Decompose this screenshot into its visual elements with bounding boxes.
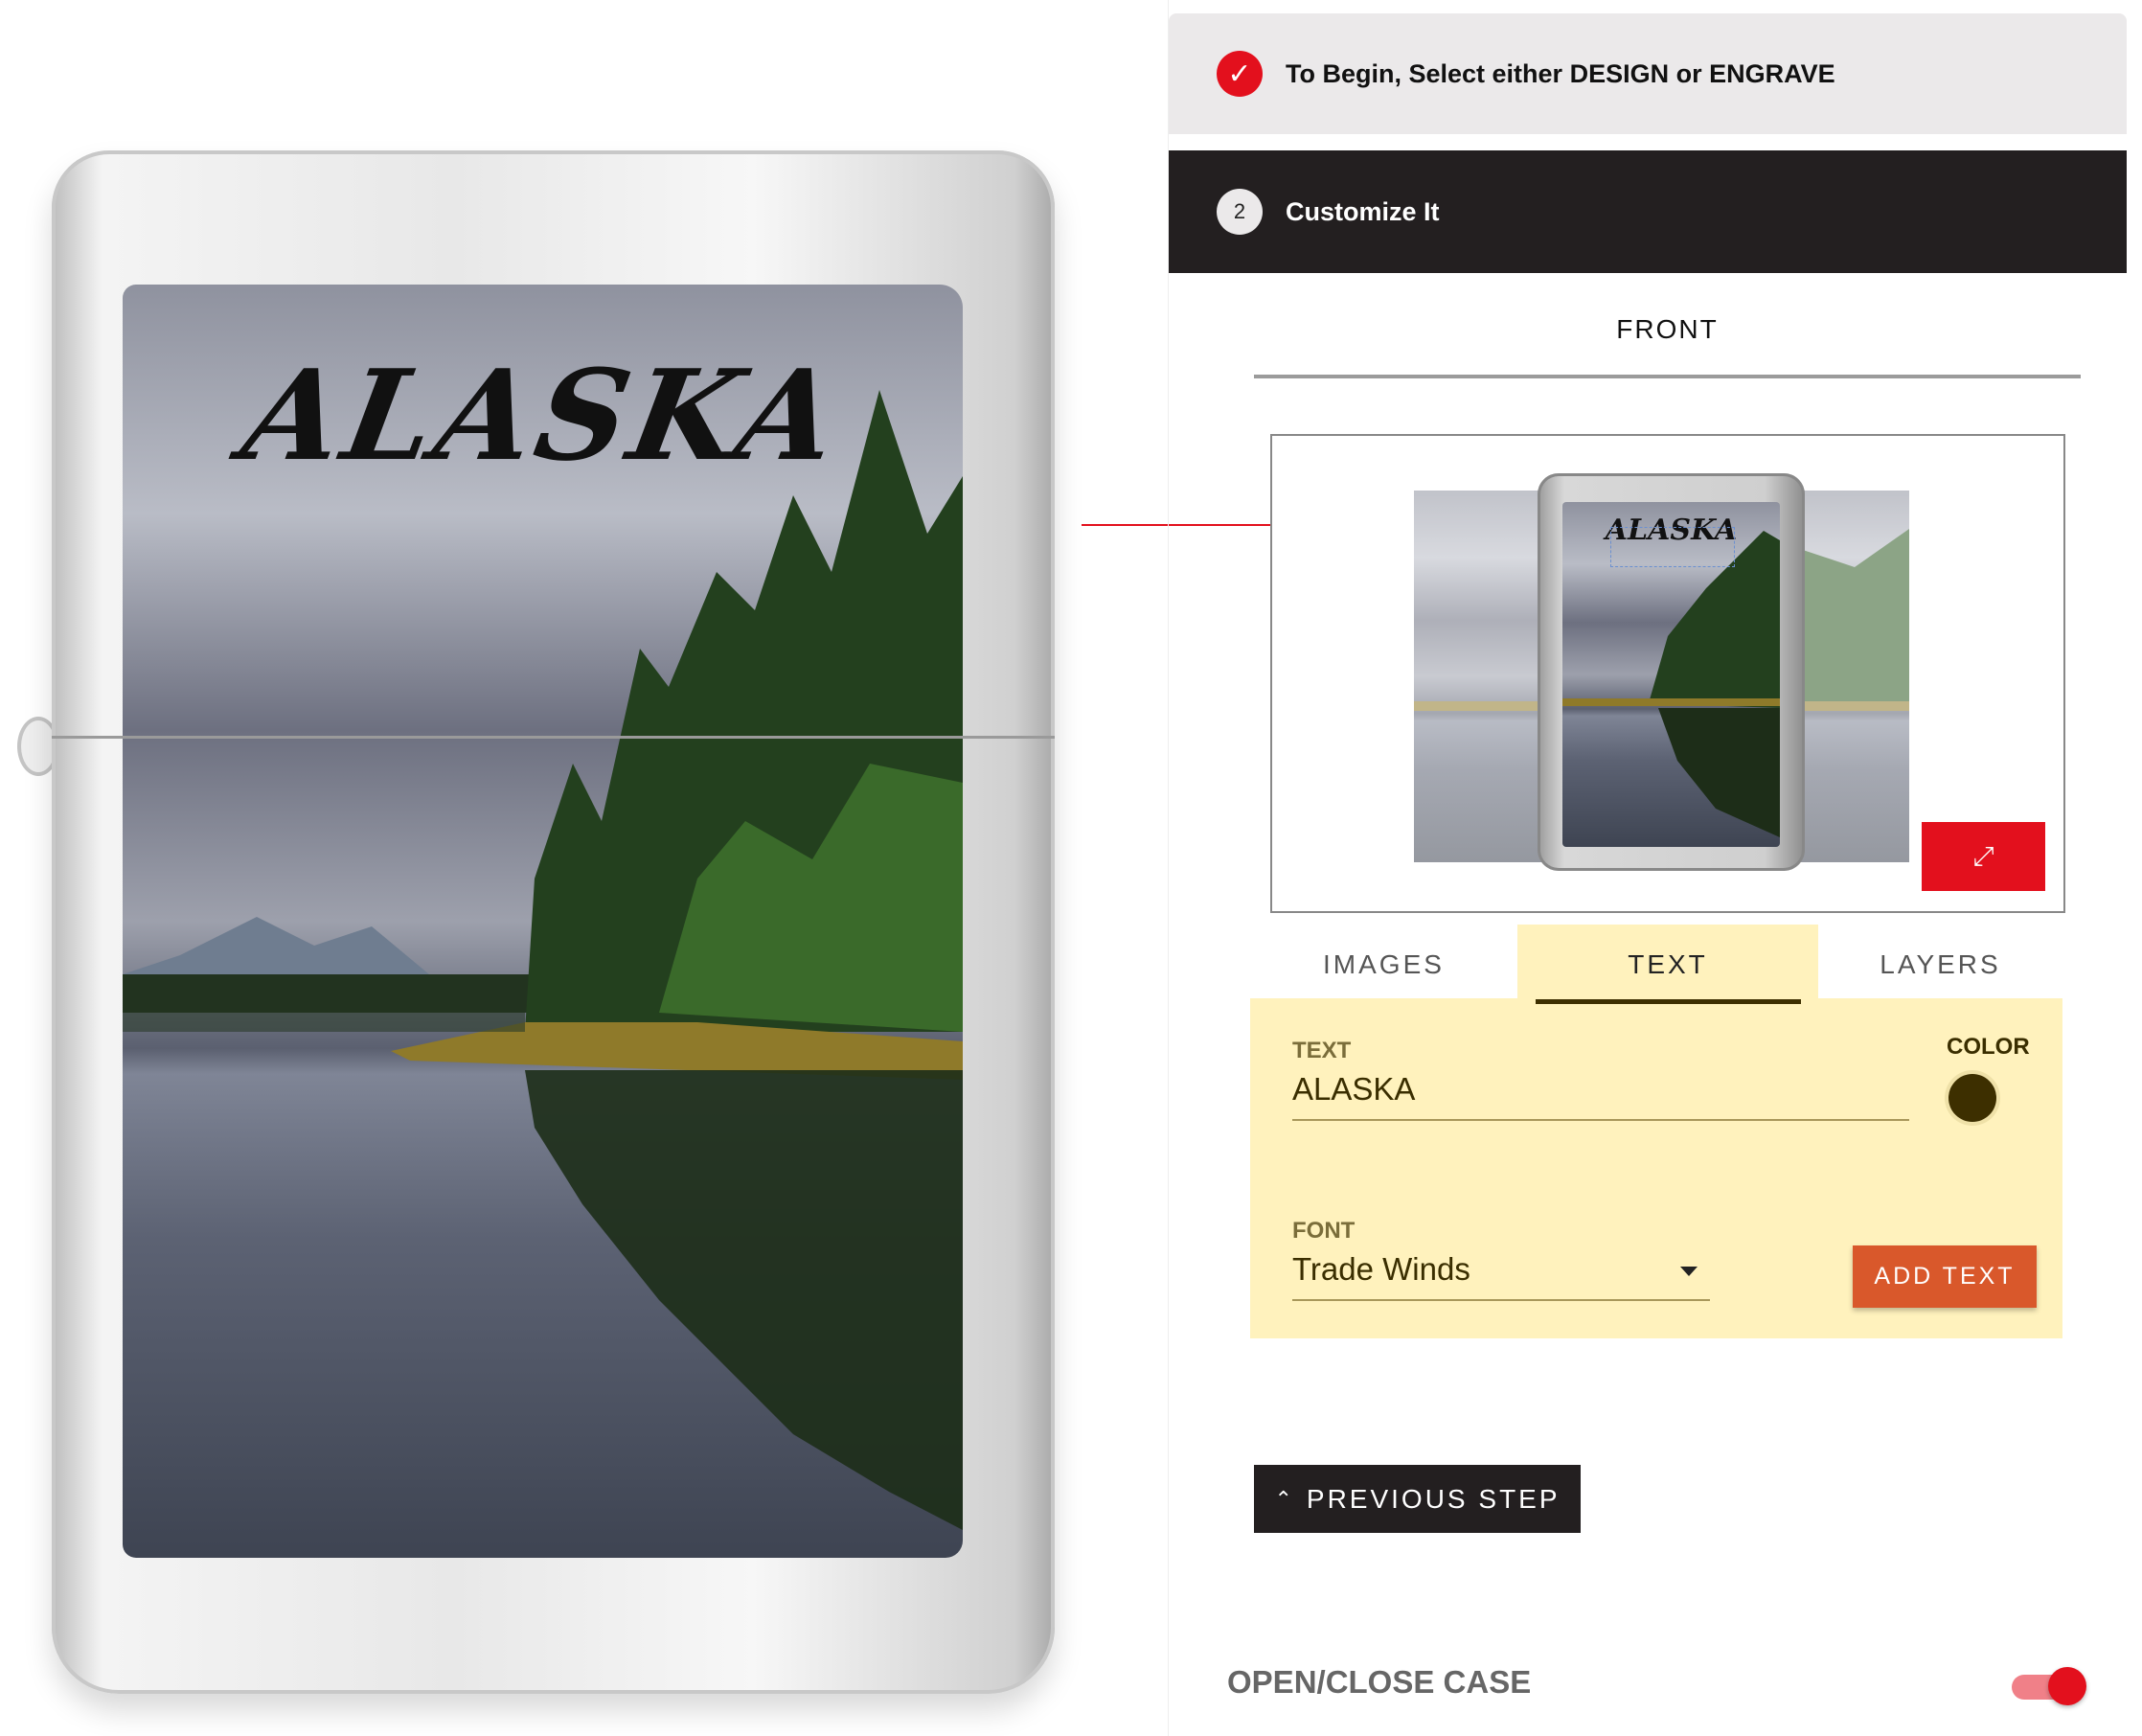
design-preview[interactable]: ALASKA ⤢ xyxy=(1270,434,2065,913)
active-tab-indicator xyxy=(1536,999,1801,1004)
dropdown-arrow-icon[interactable] xyxy=(1680,1267,1698,1276)
lighter-artwork: ALASKA xyxy=(123,285,963,1558)
color-label: COLOR xyxy=(1947,1034,2030,1060)
case-toggle-knob[interactable] xyxy=(2048,1667,2086,1705)
step-2-label: Customize It xyxy=(1286,196,1440,226)
side-tab-front[interactable]: FRONT xyxy=(1254,314,2081,345)
step-2-header[interactable]: 2 Customize It xyxy=(1169,150,2127,273)
previous-step-label: PREVIOUS STEP xyxy=(1306,1483,1561,1514)
step-1-header[interactable]: ✓ To Begin, Select either DESIGN or ENGR… xyxy=(1169,13,2127,134)
tab-text[interactable]: TEXT xyxy=(1517,925,1818,1004)
preview-artwork: ALASKA xyxy=(1562,502,1780,847)
font-field-label: FONT xyxy=(1292,1218,1356,1244)
font-select[interactable]: Trade Winds xyxy=(1292,1251,1710,1288)
color-swatch[interactable] xyxy=(1948,1074,1996,1122)
text-selection-box[interactable] xyxy=(1610,527,1735,567)
open-close-case-label: OPEN/CLOSE CASE xyxy=(1227,1664,1532,1700)
text-input[interactable]: ALASKA xyxy=(1292,1071,1909,1108)
expand-preview-button[interactable]: ⤢ xyxy=(1922,822,2045,891)
previous-step-button[interactable]: ⌃ PREVIOUS STEP xyxy=(1254,1465,1581,1533)
chevron-up-icon: ⌃ xyxy=(1274,1486,1295,1511)
artwork-text: ALASKA xyxy=(233,342,853,489)
add-text-button[interactable]: ADD TEXT xyxy=(1853,1245,2037,1308)
preview-lighter: ALASKA xyxy=(1538,473,1805,871)
side-tab-underline xyxy=(1254,375,2081,378)
tab-layers[interactable]: LAYERS xyxy=(1818,925,2062,1004)
lighter-hinge-line xyxy=(52,736,1055,739)
text-input-underline xyxy=(1292,1119,1909,1121)
step-1-label: To Begin, Select either DESIGN or ENGRAV… xyxy=(1286,58,1835,88)
tab-images[interactable]: IMAGES xyxy=(1250,925,1517,1004)
font-select-underline xyxy=(1292,1299,1710,1301)
step-number-badge: 2 xyxy=(1217,189,1263,235)
check-icon: ✓ xyxy=(1217,51,1263,97)
text-field-label: TEXT xyxy=(1292,1038,1352,1063)
expand-icon: ⤢ xyxy=(1972,840,1994,871)
